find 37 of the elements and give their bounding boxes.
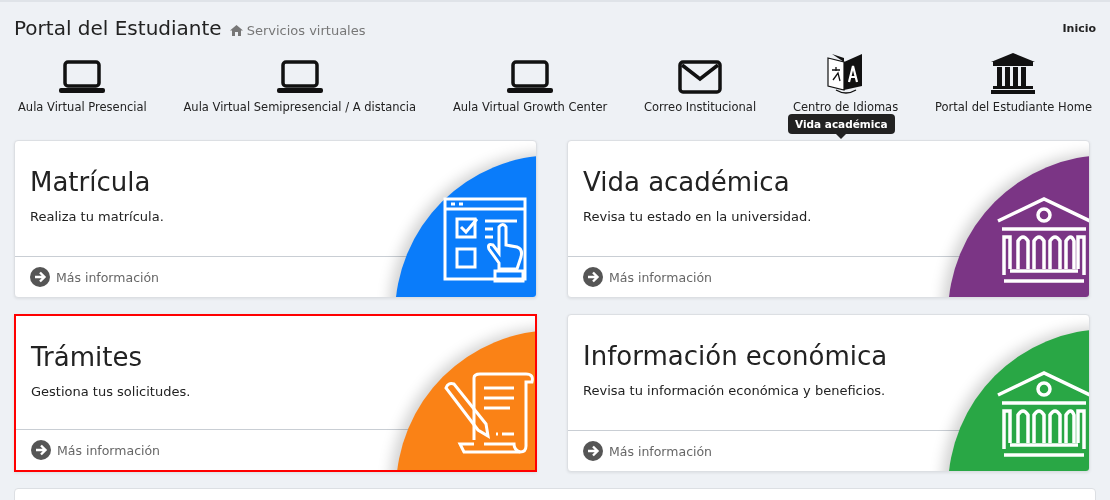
more-info-link[interactable]: Más información [30, 267, 160, 287]
shortcut-link[interactable]: Correo Institucional [644, 60, 757, 114]
more-info-link[interactable]: Más información [583, 267, 713, 287]
arrow-circle-icon [583, 267, 603, 287]
arrow-circle-icon [583, 441, 603, 461]
shortcut-link[interactable]: Centro de Idiomas [792, 52, 899, 114]
card-description: Revisa tu estado en la universidad. [583, 209, 813, 224]
home-icon [229, 24, 243, 36]
card-title: Información económica [583, 341, 889, 371]
shortcut-link[interactable]: Aula Virtual Semipresencial / A distancia [183, 60, 417, 114]
arrow-circle-icon [31, 440, 51, 460]
building-icon [990, 52, 1037, 94]
card-description: Realiza tu matrícula. [30, 209, 165, 224]
card-title: Matrícula [30, 167, 152, 197]
card-title: Vida académica [583, 167, 791, 197]
laptop-icon [59, 60, 106, 94]
service-card[interactable]: Vida académica Revisa tu estado en la universidad. Más información [567, 140, 1090, 298]
service-card[interactable]: Trámites Gestiona tus solicitudes. Más información [14, 314, 537, 472]
laptop-icon [276, 60, 323, 94]
card-description: Revisa tu información económica y beneficios. [583, 383, 887, 398]
shortcut-link[interactable]: Aula Virtual Presencial [18, 60, 147, 114]
page-title: Portal del Estudiante [14, 16, 222, 40]
shortcut-link[interactable]: Portal del Estudiante Home [934, 52, 1092, 114]
service-card[interactable]: Matrícula Realiza tu matrícula. Más información [14, 140, 537, 298]
home-link[interactable]: Inicio [1062, 21, 1096, 35]
more-info-link[interactable]: Más información [583, 441, 713, 461]
laptop-icon [507, 60, 554, 94]
scroll-icon [444, 372, 535, 454]
breadcrumb: Servicios virtuales [246, 22, 366, 38]
card-title: Trámites [31, 342, 143, 372]
card-description: Gestiona tus solicitudes. [31, 384, 192, 399]
arrow-circle-icon [30, 267, 50, 287]
shortcut-link[interactable]: Aula Virtual Growth Center [452, 60, 608, 114]
envelope-icon [678, 60, 723, 94]
more-info-link[interactable]: Más información [31, 440, 161, 460]
tooltip-arrow [836, 134, 847, 139]
service-card[interactable]: Información económica Revisa tu información económica y beneficios. Más información [567, 314, 1090, 472]
